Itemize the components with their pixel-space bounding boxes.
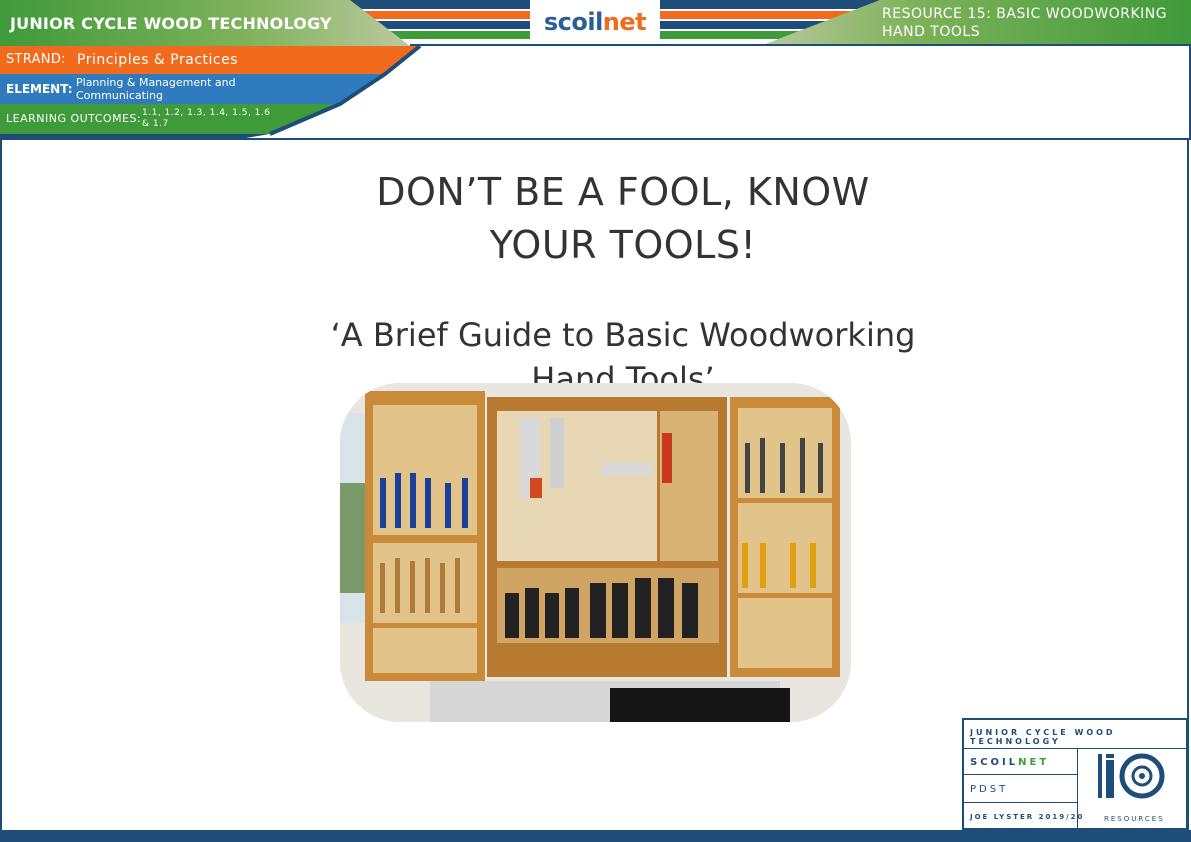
credits-box: JUNIOR CYCLE WOOD TECHNOLOGY SCOILNET PD…	[962, 718, 1188, 830]
strand-value: Principles & Practices	[77, 52, 239, 68]
slide-frame-upper	[410, 44, 1191, 140]
junior-cycle-label: JUNIOR CYCLE WOOD TECHNOLOGY	[970, 728, 1116, 746]
scoilnet-logo: scoilnet	[530, 0, 660, 44]
pdst-label: PDST	[970, 784, 1009, 795]
page-title: DON’T BE A FOOL, KNOW YOUR TOOLS!	[376, 170, 870, 267]
author-label: JOE LYSTER 2019/20	[970, 813, 1085, 821]
bottom-bar	[0, 830, 1191, 842]
learning-outcomes-label: LEARNING OUTCOMES:	[6, 112, 142, 125]
element-value: Planning & Management and Communicating	[76, 76, 236, 102]
strand-label: STRAND:	[6, 52, 66, 67]
scoilnet-label: SCOILNET	[970, 757, 1050, 768]
io-logo-icon	[1098, 753, 1165, 799]
resources-label: RESOURCES	[1104, 815, 1165, 823]
course-title: JUNIOR CYCLE WOOD TECHNOLOGY	[10, 14, 332, 33]
element-label: ELEMENT:	[6, 82, 73, 96]
tool-cabinet-photo	[340, 383, 851, 722]
learning-outcomes-value: 1.1, 1.2, 1.3, 1.4, 1.5, 1.6 & 1.7	[142, 108, 271, 129]
page-subtitle: ‘A Brief Guide to Basic Woodworking Hand…	[330, 316, 916, 383]
resource-title: RESOURCE 15: BASIC WOODWORKING HAND TOOL…	[882, 6, 1168, 40]
